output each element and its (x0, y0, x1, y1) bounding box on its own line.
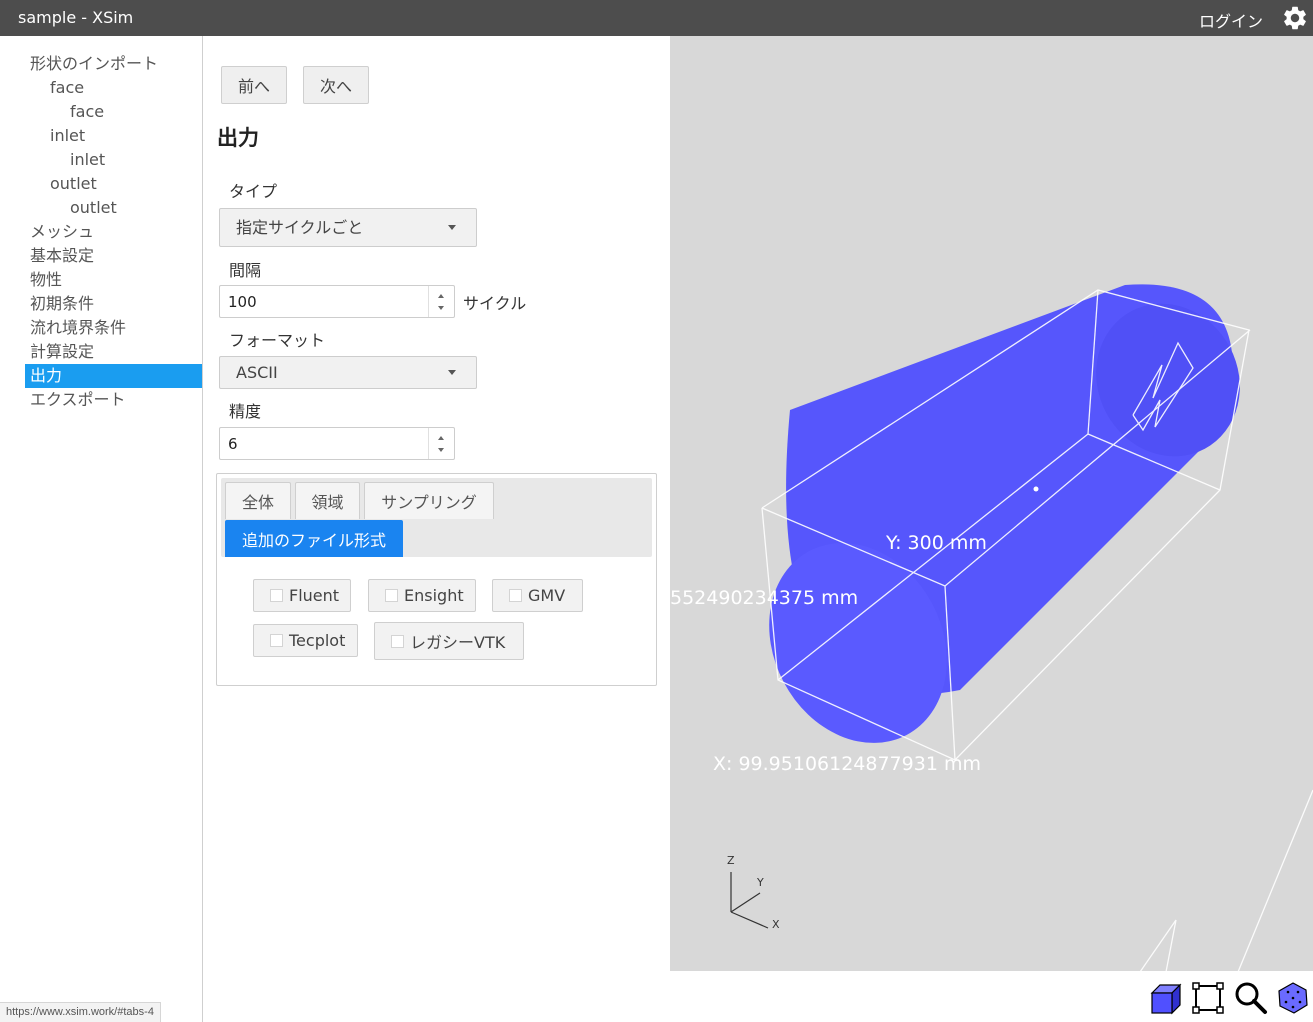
increment-icon[interactable] (438, 294, 444, 298)
sidebar-subitem-outlet[interactable]: outlet (65, 196, 117, 220)
format-select-value: ASCII (236, 363, 278, 382)
sidebar-item-inlet[interactable]: inlet (45, 124, 85, 148)
tab-additional-file-formats[interactable]: 追加のファイル形式 (225, 520, 403, 557)
title-bar: sample - XSim ログイン (0, 0, 1313, 36)
ensight-checkbox[interactable]: Ensight (368, 579, 476, 612)
type-label: タイプ (229, 182, 278, 201)
gmv-label: GMV (528, 586, 566, 605)
dimension-y-label: Y: 300 mm (886, 532, 987, 554)
sidebar-subitem-inlet[interactable]: inlet (65, 148, 105, 172)
sidebar-item-mesh[interactable]: メッシュ (25, 220, 202, 244)
sidebar-item-output[interactable]: 出力 (25, 364, 202, 388)
zoom-icon[interactable] (1234, 981, 1268, 1015)
prev-button[interactable]: 前へ (221, 66, 287, 104)
axis-y-label: Y (757, 876, 764, 889)
interval-stepper-arrows (428, 286, 454, 317)
fit-view-icon[interactable] (1191, 981, 1225, 1015)
tab-bar: 全体 領域 サンプリング 追加のファイル形式 (221, 478, 652, 557)
dimension-x-label: X: 99.95106124877931 mm (713, 753, 981, 775)
format-select[interactable]: ASCII (219, 356, 477, 389)
login-link[interactable]: ログイン (1199, 8, 1263, 32)
checkbox-icon (270, 589, 283, 602)
checkbox-icon (509, 589, 522, 602)
decrement-icon[interactable] (438, 306, 444, 310)
tecplot-label: Tecplot (289, 631, 346, 650)
model-render (730, 284, 1313, 971)
sidebar-item-properties[interactable]: 物性 (25, 268, 202, 292)
dimension-z-label: 552490234375 mm (670, 587, 859, 609)
settings-panel: 前へ 次へ 出力 タイプ 指定サイクルごと 間隔 サイクル フォーマット ASC… (204, 36, 670, 1022)
axis-x-label: X (772, 918, 780, 931)
next-button[interactable]: 次へ (303, 66, 369, 104)
status-url: https://www.xsim.work/#tabs-4 (0, 1002, 161, 1022)
precision-stepper-arrows (428, 428, 454, 459)
checkbox-icon (385, 589, 398, 602)
chevron-down-icon (448, 370, 456, 375)
3d-viewport[interactable]: Y: 300 mm 552490234375 mm X: 99.95106124… (670, 36, 1313, 971)
precision-stepper[interactable] (219, 427, 455, 460)
precision-label: 精度 (229, 402, 262, 421)
sidebar-item-export[interactable]: エクスポート (25, 388, 202, 412)
precision-input[interactable] (220, 428, 428, 459)
increment-icon[interactable] (438, 436, 444, 440)
fluent-checkbox[interactable]: Fluent (253, 579, 351, 612)
sidebar-item-basic-settings[interactable]: 基本設定 (25, 244, 202, 268)
axis-z-label: Z (727, 854, 735, 867)
tab-region[interactable]: 領域 (295, 482, 360, 519)
gear-icon[interactable] (1281, 4, 1309, 32)
type-select[interactable]: 指定サイクルごと (219, 208, 477, 247)
ensight-label: Ensight (404, 586, 464, 605)
center-point (1033, 486, 1039, 492)
sidebar-item-calc-settings[interactable]: 計算設定 (25, 340, 202, 364)
format-label: フォーマット (229, 331, 326, 350)
sidebar-subitem-face[interactable]: face (65, 100, 104, 124)
interval-label: 間隔 (229, 261, 262, 280)
interval-stepper[interactable] (219, 285, 455, 318)
app-title: sample - XSim (18, 8, 134, 27)
tab-all[interactable]: 全体 (225, 482, 291, 519)
sidebar-item-flow-boundary[interactable]: 流れ境界条件 (25, 316, 202, 340)
viewport-toolbar (670, 971, 1313, 1022)
chevron-down-icon (448, 225, 456, 230)
sidebar-item-initial-conditions[interactable]: 初期条件 (25, 292, 202, 316)
fluent-label: Fluent (289, 586, 340, 605)
tab-sampling[interactable]: サンプリング (364, 482, 494, 519)
type-select-value: 指定サイクルごと (236, 218, 364, 237)
page-title: 出力 (217, 126, 259, 150)
cube-view-icon[interactable] (1148, 981, 1182, 1015)
output-tabs: 全体 領域 サンプリング 追加のファイル形式 Fluent Ensight GM… (216, 473, 657, 686)
sidebar-item-import-shape[interactable]: 形状のインポート (25, 52, 202, 76)
legacy-vtk-label: レガシーVTK (410, 633, 506, 652)
sidebar-nav: 形状のインポート face face inlet inlet outlet ou… (0, 36, 203, 1022)
legacy-vtk-checkbox[interactable]: レガシーVTK (374, 622, 524, 660)
checkbox-icon (391, 634, 404, 648)
interval-input[interactable] (220, 286, 428, 317)
sidebar-item-face[interactable]: face (45, 76, 84, 100)
decrement-icon[interactable] (438, 448, 444, 452)
sidebar-item-outlet[interactable]: outlet (45, 172, 97, 196)
checkbox-icon (270, 634, 283, 647)
gmv-checkbox[interactable]: GMV (492, 579, 583, 612)
interval-unit: サイクル (463, 294, 527, 313)
mesh-view-icon[interactable] (1276, 981, 1310, 1015)
tecplot-checkbox[interactable]: Tecplot (253, 624, 358, 657)
